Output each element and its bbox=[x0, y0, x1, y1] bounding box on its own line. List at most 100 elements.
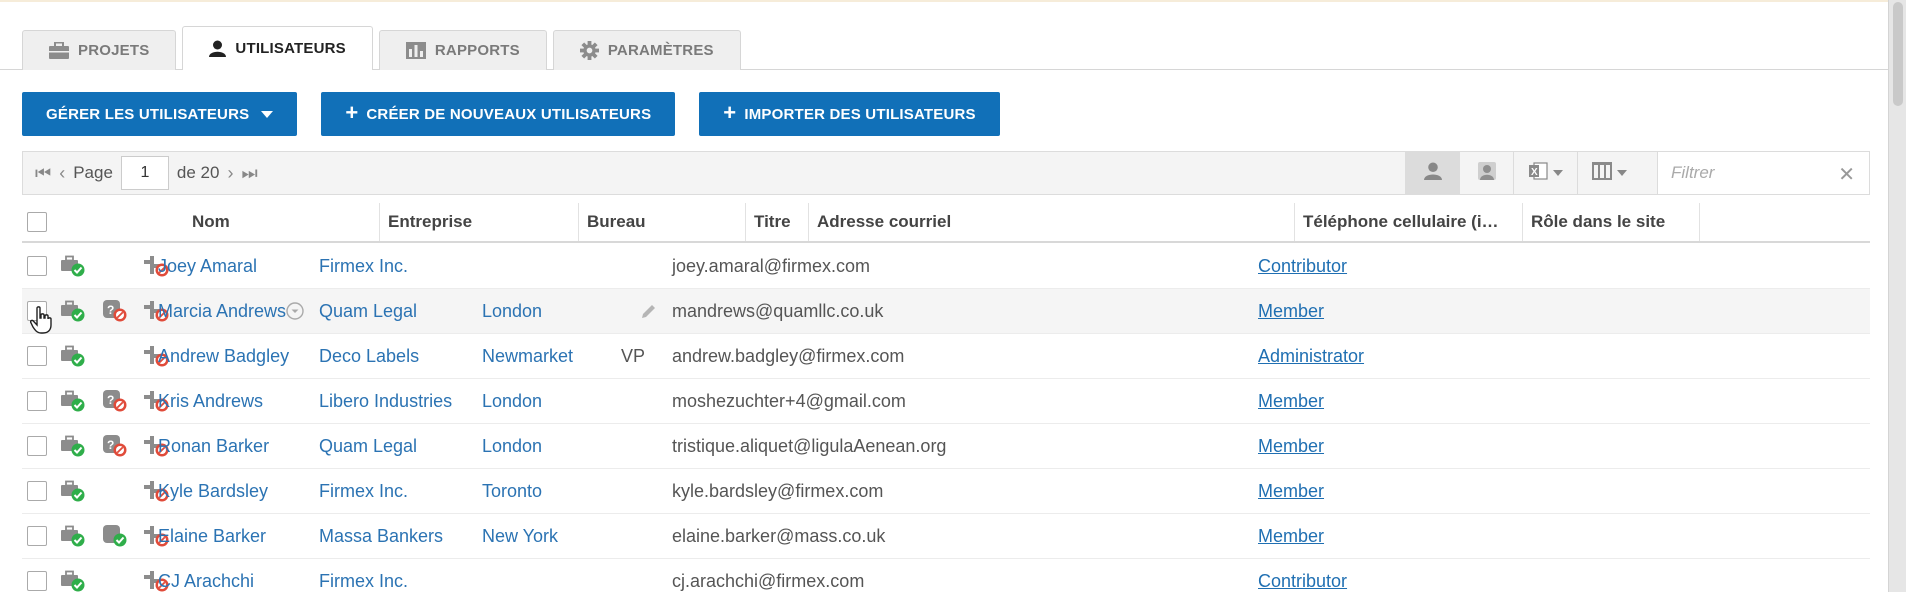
row-checkbox[interactable] bbox=[27, 571, 47, 591]
select-all-cell bbox=[27, 203, 47, 241]
select-all-checkbox[interactable] bbox=[27, 212, 47, 232]
row-checkbox[interactable] bbox=[27, 346, 47, 366]
project-access-icon[interactable] bbox=[60, 389, 86, 413]
import-users-button[interactable]: + IMPORTER DES UTILISATEURS bbox=[699, 92, 1000, 136]
row-checkbox[interactable] bbox=[27, 391, 47, 411]
user-name-link[interactable]: CJ Arachchi bbox=[158, 559, 254, 592]
access-blocked-icon[interactable]: ? bbox=[102, 389, 128, 413]
office-link[interactable]: New York bbox=[482, 514, 558, 558]
table-row[interactable]: ? Ronan Barker Quam Legal London tristiq… bbox=[22, 424, 1870, 469]
access-approved-icon[interactable] bbox=[102, 524, 128, 548]
project-access-icon[interactable] bbox=[60, 344, 86, 368]
access-blocked-icon[interactable]: ? bbox=[102, 434, 128, 458]
tab-users[interactable]: UTILISATEURS bbox=[182, 26, 373, 70]
email-cell: andrew.badgley@firmex.com bbox=[672, 345, 905, 366]
role-link[interactable]: Administrator bbox=[1258, 334, 1364, 378]
role-link[interactable]: Member bbox=[1258, 379, 1324, 423]
email-cell: tristique.aliquet@ligulaAenean.org bbox=[672, 435, 947, 456]
project-access-icon[interactable] bbox=[60, 524, 86, 548]
email-cell: cj.arachchi@firmex.com bbox=[672, 570, 865, 591]
scrollbar[interactable] bbox=[1888, 0, 1906, 592]
row-checkbox-cell bbox=[27, 379, 47, 423]
row-checkbox[interactable] bbox=[27, 526, 47, 546]
role-link[interactable]: Member bbox=[1258, 289, 1324, 333]
row-menu-icon[interactable] bbox=[286, 289, 304, 333]
filter-input[interactable]: Filtrer ✕ bbox=[1657, 152, 1869, 194]
manage-users-button[interactable]: GÉRER LES UTILISATEURS bbox=[22, 92, 298, 136]
col-mobile[interactable]: Téléphone cellulaire (i… bbox=[1294, 203, 1534, 241]
prev-page-icon[interactable]: ‹ bbox=[59, 163, 65, 184]
next-page-icon[interactable]: › bbox=[227, 163, 233, 184]
company-link[interactable]: Massa Bankers bbox=[319, 514, 443, 558]
tab-settings[interactable]: PARAMÈTRES bbox=[552, 30, 741, 70]
project-access-icon[interactable] bbox=[60, 299, 86, 323]
button-label: IMPORTER DES UTILISATEURS bbox=[744, 105, 976, 123]
project-access-icon[interactable] bbox=[60, 254, 86, 278]
project-access-icon[interactable] bbox=[60, 434, 86, 458]
role-link[interactable]: Member bbox=[1258, 424, 1324, 468]
user-name-link[interactable]: Elaine Barker bbox=[158, 514, 266, 558]
user-name-link[interactable]: Kris Andrews bbox=[158, 379, 263, 423]
first-page-icon[interactable]: ⏮ bbox=[35, 163, 51, 184]
company-link[interactable]: Deco Labels bbox=[319, 334, 419, 378]
table-row[interactable]: Elaine Barker Massa Bankers New York ela… bbox=[22, 514, 1870, 559]
company-link[interactable]: Firmex Inc. bbox=[319, 559, 408, 592]
company-link[interactable]: Firmex Inc. bbox=[319, 469, 408, 513]
user-icon bbox=[209, 40, 227, 57]
col-office[interactable]: Bureau bbox=[578, 203, 768, 241]
role-link[interactable]: Contributor bbox=[1258, 559, 1347, 592]
last-page-icon[interactable]: ⏭ bbox=[241, 163, 257, 184]
excel-icon: X bbox=[1528, 161, 1548, 186]
user-name-link[interactable]: Kyle Bardsley bbox=[158, 469, 268, 513]
office-link[interactable]: London bbox=[482, 289, 542, 333]
tab-reports[interactable]: RAPPORTS bbox=[378, 30, 547, 70]
access-blocked-icon[interactable]: ? bbox=[102, 299, 128, 323]
user-name-link[interactable]: Marcia Andrews bbox=[158, 289, 286, 333]
table-row[interactable]: CJ Arachchi Firmex Inc. cj.arachchi@firm… bbox=[22, 559, 1870, 592]
row-checkbox[interactable] bbox=[27, 436, 47, 456]
row-checkbox[interactable] bbox=[27, 256, 47, 276]
columns-button[interactable] bbox=[1577, 152, 1641, 194]
page-number-input[interactable]: 1 bbox=[120, 156, 169, 190]
active-users-view-button[interactable] bbox=[1405, 152, 1459, 194]
office-link[interactable]: Newmarket bbox=[482, 334, 573, 378]
page-count: de 20 bbox=[176, 163, 220, 182]
create-users-button[interactable]: + CRÉER DE NOUVEAUX UTILISATEURS bbox=[321, 92, 676, 136]
company-link[interactable]: Libero Industries bbox=[319, 379, 452, 423]
row-checkbox[interactable] bbox=[27, 481, 47, 501]
user-name-link[interactable]: Andrew Badgley bbox=[158, 334, 289, 378]
office-link[interactable]: London bbox=[482, 424, 542, 468]
table-row[interactable]: Joey Amaral Firmex Inc. joey.amaral@firm… bbox=[22, 244, 1870, 289]
role-link[interactable]: Contributor bbox=[1258, 244, 1347, 288]
page-label: Page bbox=[73, 163, 113, 182]
company-link[interactable]: Quam Legal bbox=[319, 289, 417, 333]
table-row[interactable]: ? Kris Andrews Libero Industries London … bbox=[22, 379, 1870, 424]
project-access-icon[interactable] bbox=[60, 569, 86, 592]
col-name[interactable]: Nom bbox=[184, 203, 404, 241]
pencil-icon[interactable] bbox=[640, 289, 658, 333]
col-company[interactable]: Entreprise bbox=[379, 203, 579, 241]
role-link[interactable]: Member bbox=[1258, 514, 1324, 558]
button-label: GÉRER LES UTILISATEURS bbox=[46, 105, 250, 123]
main-tabs: PROJETS UTILISATEURS RAPPORTS PARAMÈTRES bbox=[22, 26, 747, 70]
col-email[interactable]: Adresse courriel bbox=[808, 203, 1318, 241]
svg-text:?: ? bbox=[107, 393, 114, 407]
inactive-users-view-button[interactable] bbox=[1459, 152, 1513, 194]
company-link[interactable]: Quam Legal bbox=[319, 424, 417, 468]
filter-placeholder: Filtrer bbox=[1671, 163, 1715, 182]
table-row[interactable]: Andrew Badgley Deco Labels Newmarket VP … bbox=[22, 334, 1870, 379]
office-link[interactable]: London bbox=[482, 379, 542, 423]
user-name-link[interactable]: Ronan Barker bbox=[158, 424, 269, 468]
user-name-link[interactable]: Joey Amaral bbox=[158, 244, 257, 288]
table-row[interactable]: Kyle Bardsley Firmex Inc. Toronto kyle.b… bbox=[22, 469, 1870, 514]
scrollbar-thumb[interactable] bbox=[1893, 2, 1903, 106]
users-table: Joey Amaral Firmex Inc. joey.amaral@firm… bbox=[22, 244, 1870, 592]
table-row[interactable]: ? Marcia Andrews Quam Legal London mandr… bbox=[22, 289, 1870, 334]
clear-filter-icon[interactable]: ✕ bbox=[1838, 162, 1855, 187]
role-link[interactable]: Member bbox=[1258, 469, 1324, 513]
export-excel-button[interactable]: X bbox=[1513, 152, 1577, 194]
company-link[interactable]: Firmex Inc. bbox=[319, 244, 408, 288]
project-access-icon[interactable] bbox=[60, 479, 86, 503]
office-link[interactable]: Toronto bbox=[482, 469, 542, 513]
tab-projects[interactable]: PROJETS bbox=[22, 30, 177, 70]
